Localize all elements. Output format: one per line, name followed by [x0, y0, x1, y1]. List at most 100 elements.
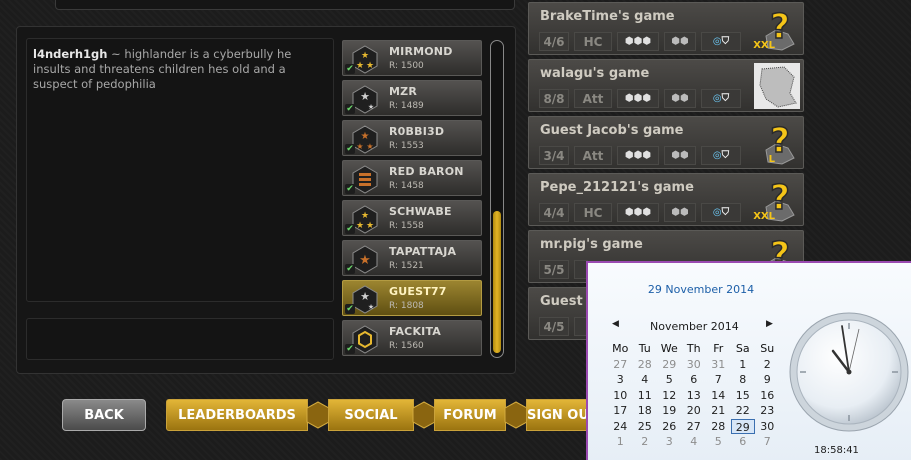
calendar-day[interactable]: 15	[731, 388, 756, 404]
player-row[interactable]: ✔ FACKITA R: 1560	[342, 320, 482, 356]
player-row[interactable]: ★ ★ ★ ✔ R0BBI3D R: 1553	[342, 120, 482, 156]
calendar-day[interactable]: 4	[633, 372, 658, 388]
player-rating: R: 1558	[389, 221, 424, 231]
calendar-day[interactable]: 24	[608, 419, 633, 435]
svg-text:★: ★	[368, 103, 374, 111]
game-title: walagu's game	[540, 66, 650, 81]
game-row[interactable]: BrakeTime's game 4/6 HC ⬢⬢⬢ ⬢⬢ ◎ ⛉? XXL	[528, 2, 804, 55]
calendar-week-row: 1234567	[608, 434, 780, 450]
calendar-day[interactable]: 26	[657, 419, 682, 435]
leaderboards-button[interactable]: LEADERBOARDS	[166, 399, 308, 431]
calendar-day[interactable]: 27	[682, 419, 707, 435]
calendar-day[interactable]: 16	[755, 388, 780, 404]
calendar-day[interactable]: 1	[608, 434, 633, 450]
player-list-scrollbar[interactable]	[490, 40, 504, 358]
calendar-day[interactable]: 21	[706, 403, 731, 419]
question-map-icon: ?	[765, 120, 795, 165]
game-row[interactable]: Guest Jacob's game 3/4 Att ⬢⬢⬢ ⬢⬢ ◎ ⛉? L	[528, 116, 804, 169]
calendar-day[interactable]: 6	[731, 434, 756, 450]
game-slots: 4/4	[539, 203, 569, 222]
svg-text:★: ★	[356, 142, 363, 151]
game-title: Guest	[540, 294, 583, 309]
calendar-day[interactable]: 7	[755, 434, 780, 450]
calendar-full-date-link[interactable]: 29 November 2014	[588, 283, 814, 296]
back-button[interactable]: BACK	[62, 399, 146, 431]
chat-username[interactable]: l4nderh1gh	[33, 47, 107, 61]
player-rating: R: 1808	[389, 301, 424, 311]
svg-text:★: ★	[366, 61, 374, 71]
svg-text:★: ★	[360, 290, 370, 303]
calendar-day[interactable]: 13	[682, 388, 707, 404]
player-row[interactable]: ★ ★ ★ ✔ SCHWABE R: 1558	[342, 200, 482, 236]
calendar-day[interactable]: 18	[633, 403, 658, 419]
calendar-day[interactable]: 30	[755, 419, 780, 435]
calendar-day[interactable]: 30	[682, 357, 707, 373]
reinforcement-icon: ⬢⬢	[664, 32, 696, 51]
calendar-day[interactable]: 19	[657, 403, 682, 419]
rules-icon: ◎ ⛉	[701, 89, 741, 108]
calendar-day[interactable]: 31	[706, 357, 731, 373]
calendar-day[interactable]: 6	[682, 372, 707, 388]
calendar-day[interactable]: 28	[706, 419, 731, 435]
social-button[interactable]: SOCIAL	[328, 399, 414, 431]
calendar-day[interactable]: 10	[608, 388, 633, 404]
calendar-week-row: 10 11 12 13 14 15 16	[608, 388, 780, 404]
player-row[interactable]: ★ ★ ✔ MZR R: 1489	[342, 80, 482, 116]
player-rating: R: 1458	[389, 181, 424, 191]
calendar-day[interactable]: 29	[730, 418, 755, 434]
player-name: SCHWABE	[389, 205, 452, 218]
player-row[interactable]: ★ ★ ✔ GUEST77 R: 1808	[342, 280, 482, 316]
calendar-day[interactable]: 9	[755, 372, 780, 388]
calendar-day[interactable]: 2	[633, 434, 658, 450]
hex-separator-icon	[412, 401, 436, 429]
calendar-day[interactable]: 2	[755, 357, 780, 373]
game-mode: HC	[574, 203, 612, 222]
calendar-day[interactable]: 29	[657, 357, 682, 373]
sign-out-button[interactable]: SIGN OUT	[526, 399, 590, 431]
player-row[interactable]: ✔ RED BARON R: 1458	[342, 160, 482, 196]
weekday-label: Tu	[638, 342, 651, 355]
chat-input[interactable]	[26, 318, 334, 360]
player-row[interactable]: ★ ★ ★ ✔ MIRMOND R: 1500	[342, 40, 482, 76]
game-row[interactable]: walagu's game 8/8 Att ⬢⬢⬢ ⬢⬢ ◎ ⛉	[528, 59, 804, 112]
scrollbar-thumb[interactable]	[493, 211, 501, 353]
player-name: MZR	[389, 85, 417, 98]
calendar-week-row: 24 25 26 27 28 29 30	[608, 418, 780, 435]
map-size-badge: XXL	[753, 40, 775, 51]
calendar-day[interactable]: 3	[657, 434, 682, 450]
calendar-week-row: 3456789	[608, 372, 780, 388]
player-row[interactable]: ★ ✔ TAPATTAJA R: 1521	[342, 240, 482, 276]
game-slots: 3/4	[539, 146, 569, 165]
next-month-icon[interactable]: ▶	[766, 319, 773, 329]
dice-setting-icon: ⬢⬢⬢	[617, 32, 659, 51]
calendar-month-label[interactable]: November 2014	[650, 320, 739, 333]
player-rating: R: 1521	[389, 261, 424, 271]
weekday-label: Su	[760, 342, 775, 355]
game-row[interactable]: Pepe_212121's game 4/4 HC ⬢⬢⬢ ⬢⬢ ◎ ⛉? XXL	[528, 173, 804, 226]
game-title: Pepe_212121's game	[540, 180, 694, 195]
calendar-day[interactable]: 20	[682, 403, 707, 419]
calendar-day[interactable]: 5	[657, 372, 682, 388]
calendar-day[interactable]: 14	[706, 388, 731, 404]
calendar-day[interactable]: 27	[608, 357, 633, 373]
calendar-weekday-row: Mo Tu We Th Fr Sa Su	[608, 341, 780, 357]
calendar-day[interactable]: 11	[633, 388, 658, 404]
game-title: mr.pig's game	[540, 237, 643, 252]
calendar-day[interactable]: 17	[608, 403, 633, 419]
calendar-day[interactable]: 28	[633, 357, 658, 373]
calendar-day[interactable]: 12	[657, 388, 682, 404]
prev-month-icon[interactable]: ◀	[612, 319, 619, 329]
calendar-day[interactable]: 3	[608, 372, 633, 388]
checkmark-icon: ✔	[345, 224, 355, 234]
dice-setting-icon: ⬢⬢⬢	[617, 203, 659, 222]
forum-button[interactable]: FORUM	[434, 399, 506, 431]
calendar-day[interactable]: 5	[706, 434, 731, 450]
calendar-day[interactable]: 8	[731, 372, 756, 388]
calendar-day[interactable]: 7	[706, 372, 731, 388]
player-list: ★ ★ ★ ✔ MIRMOND R: 1500 ★ ★ ✔ MZR R: 1489 ★ ★ ★ ✔ R0BBI…	[342, 40, 482, 360]
calendar-day[interactable]: 23	[755, 403, 780, 419]
calendar-day[interactable]: 1	[731, 357, 756, 373]
calendar-day[interactable]: 25	[633, 419, 658, 435]
calendar-day[interactable]: 22	[731, 403, 756, 419]
calendar-day[interactable]: 4	[682, 434, 707, 450]
